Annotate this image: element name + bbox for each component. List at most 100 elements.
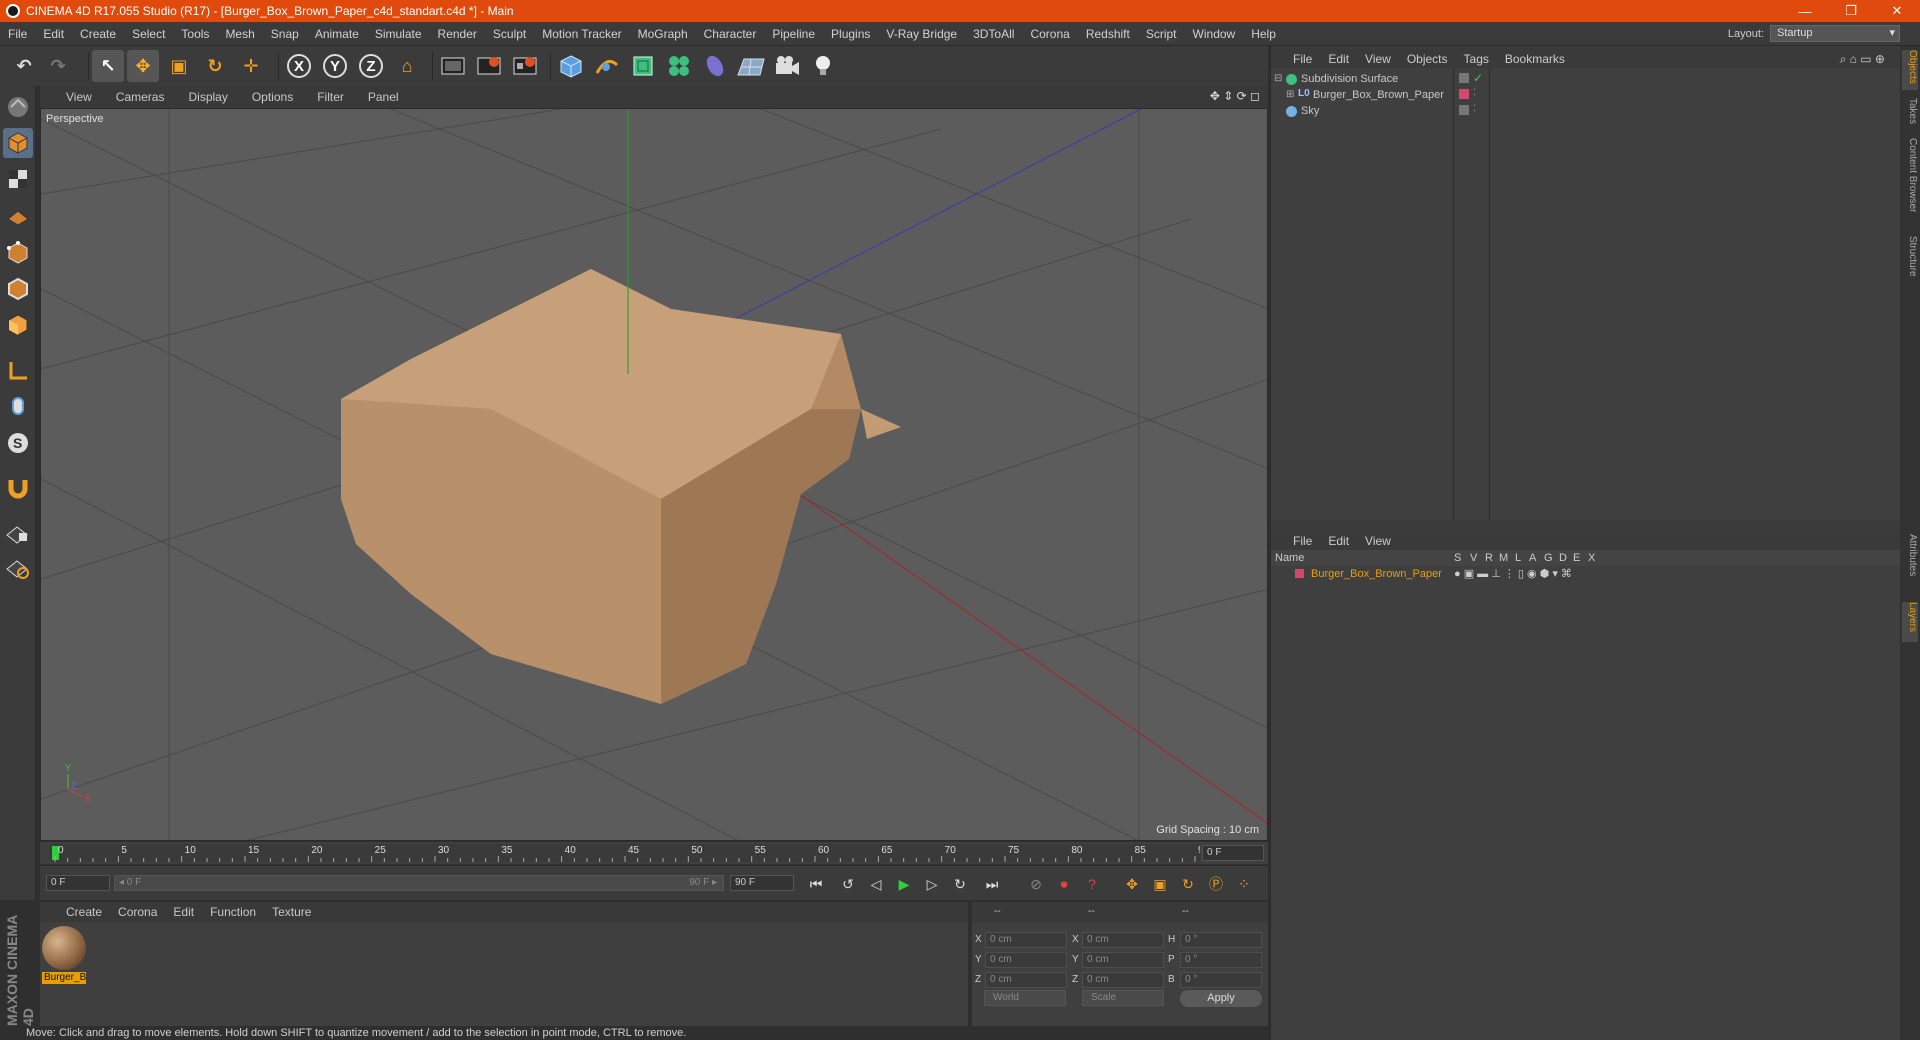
cube-primitive-icon[interactable] <box>555 50 587 82</box>
scale-tool-icon[interactable]: ▣ <box>163 50 195 82</box>
menu-simulate[interactable]: Simulate <box>367 27 430 41</box>
menu-select[interactable]: Select <box>124 27 173 41</box>
snapping-icon[interactable]: S <box>3 428 33 458</box>
material-preview-ball[interactable] <box>42 926 86 970</box>
object-menu-tags[interactable]: Tags <box>1456 52 1497 66</box>
start-frame-field[interactable]: 0 F <box>46 875 110 891</box>
object-menu-objects[interactable]: Objects <box>1399 52 1456 66</box>
next-key-icon[interactable]: ↻ <box>948 873 972 895</box>
current-frame-field[interactable]: 0 F <box>1202 845 1264 861</box>
menu-tools[interactable]: Tools <box>173 27 217 41</box>
deformer-icon[interactable] <box>699 50 731 82</box>
motion-record-icon[interactable]: ⊘ <box>1024 873 1048 895</box>
rotation-h-field[interactable]: 0 ° <box>1180 932 1262 948</box>
size-y-field[interactable]: 0 cm <box>1082 952 1164 968</box>
menu-mograph[interactable]: MoGraph <box>630 27 696 41</box>
layer-menu-file[interactable]: File <box>1285 534 1320 548</box>
object-row-sky[interactable]: Sky ⁚ <box>1271 103 1901 121</box>
object-manager-search-icon[interactable]: ⌕ ⌂ ▭ ⊕ <box>1840 52 1885 67</box>
magnet-icon[interactable] <box>3 472 33 502</box>
recent-tool-icon[interactable]: ✛ <box>235 50 267 82</box>
menu-vray-bridge[interactable]: V-Ray Bridge <box>878 27 965 41</box>
minimize-button[interactable]: — <box>1782 0 1828 22</box>
material-name-label[interactable]: Burger_Box_Brown_Paper <box>42 972 86 984</box>
tab-takes[interactable]: Takes <box>1902 98 1918 128</box>
next-frame-icon[interactable]: ▷ <box>920 873 944 895</box>
layer-tag-icon[interactable] <box>1459 73 1469 83</box>
subdivision-surface-icon[interactable] <box>627 50 659 82</box>
layer-menu-edit[interactable]: Edit <box>1320 534 1357 548</box>
render-view-icon[interactable] <box>437 50 469 82</box>
object-menu-view[interactable]: View <box>1357 52 1399 66</box>
sky-visibility-dots-icon[interactable]: ⁚ <box>1473 103 1476 114</box>
material-menu-corona[interactable]: Corona <box>110 905 165 919</box>
key-parameter-icon[interactable]: Ⓟ <box>1204 873 1228 895</box>
position-y-field[interactable]: 0 cm <box>985 952 1067 968</box>
enabled-check-icon[interactable]: ✓ <box>1473 71 1483 85</box>
tab-content-browser[interactable]: Content Browser <box>1902 138 1918 228</box>
rotate-tool-icon[interactable]: ↻ <box>199 50 231 82</box>
z-axis-lock-icon[interactable]: Z <box>355 50 387 82</box>
visibility-dots-icon[interactable]: ⁚ <box>1473 87 1476 98</box>
menu-mesh[interactable]: Mesh <box>217 27 262 41</box>
redo-icon[interactable]: ↷ <box>42 50 74 82</box>
layer-swatch[interactable] <box>1295 569 1304 578</box>
menu-redshift[interactable]: Redshift <box>1078 27 1138 41</box>
menu-sculpt[interactable]: Sculpt <box>485 27 534 41</box>
viewport-menu-view[interactable]: View <box>40 90 104 104</box>
layer-name[interactable]: Burger_Box_Brown_Paper <box>1311 568 1442 580</box>
previous-frame-icon[interactable]: ◁ <box>864 873 888 895</box>
close-button[interactable]: ✕ <box>1874 0 1920 22</box>
layout-dropdown[interactable]: Startup <box>1770 25 1900 42</box>
y-axis-lock-icon[interactable]: Y <box>319 50 351 82</box>
object-menu-bookmarks[interactable]: Bookmarks <box>1497 52 1573 66</box>
x-axis-lock-icon[interactable]: X <box>283 50 315 82</box>
menu-character[interactable]: Character <box>696 27 765 41</box>
play-icon[interactable]: ▶ <box>892 873 916 895</box>
viewport-menu-filter[interactable]: Filter <box>305 90 356 104</box>
key-scale-icon[interactable]: ▣ <box>1148 873 1172 895</box>
light-icon[interactable] <box>807 50 839 82</box>
layer-menu-view[interactable]: View <box>1357 534 1399 548</box>
polygons-mode-icon[interactable] <box>3 310 33 340</box>
planar-workplane-icon[interactable] <box>3 554 33 584</box>
camera-icon[interactable] <box>771 50 803 82</box>
rotation-b-field[interactable]: 0 ° <box>1180 972 1262 988</box>
menu-corona[interactable]: Corona <box>1022 27 1077 41</box>
undo-icon[interactable]: ↶ <box>8 50 40 82</box>
cloner-icon[interactable] <box>663 50 695 82</box>
menu-pipeline[interactable]: Pipeline <box>764 27 823 41</box>
go-to-start-icon[interactable]: ⏮ <box>804 873 828 895</box>
workplane-mode-icon[interactable] <box>3 200 33 230</box>
key-pla-icon[interactable]: ⁘ <box>1232 873 1256 895</box>
end-frame-field[interactable]: 90 F <box>730 875 794 891</box>
material-menu-function[interactable]: Function <box>202 905 264 919</box>
viewport-navigation-icons[interactable]: ✥ ⇕ ⟳ ◻ <box>1210 89 1260 103</box>
texture-mode-icon[interactable] <box>3 164 33 194</box>
frame-ruler[interactable]: 0 5 10 15 20 25 30 35 40 45 50 55 60 65 70 75 80 85 90 <box>50 842 1200 864</box>
material-menu-create[interactable]: Create <box>40 905 110 919</box>
layer-flags-icons[interactable]: ● ▣ ▬ ⊥ ⋮ ▯ ◉ ⬢ ▾ ⌘ <box>1454 567 1572 580</box>
record-active-objects-icon[interactable]: ⏺ <box>1052 873 1076 895</box>
coordinate-system-icon[interactable]: ⌂ <box>391 50 423 82</box>
live-selection-icon[interactable]: ↖ <box>92 50 124 82</box>
tab-layers[interactable]: Layers <box>1902 602 1918 642</box>
object-menu-file[interactable]: File <box>1285 52 1320 66</box>
menu-motion-tracker[interactable]: Motion Tracker <box>534 27 629 41</box>
preview-range-slider[interactable]: ◂ 0 F 90 F ▸ <box>114 875 724 891</box>
locked-workplane-icon[interactable] <box>3 518 33 548</box>
viewport-menu-options[interactable]: Options <box>240 90 305 104</box>
menu-snap[interactable]: Snap <box>263 27 307 41</box>
position-x-field[interactable]: 0 cm <box>985 932 1067 948</box>
key-rotation-icon[interactable]: ↻ <box>1176 873 1200 895</box>
go-to-end-icon[interactable]: ⏭ <box>980 873 1004 895</box>
make-editable-icon[interactable] <box>3 92 33 122</box>
points-mode-icon[interactable] <box>3 238 33 268</box>
move-tool-icon[interactable]: ✥ <box>127 50 159 82</box>
viewport-menu-display[interactable]: Display <box>176 90 239 104</box>
coordinate-mode-dropdown[interactable]: World <box>984 990 1066 1006</box>
menu-edit[interactable]: Edit <box>35 27 72 41</box>
menu-file[interactable]: File <box>0 27 35 41</box>
menu-script[interactable]: Script <box>1138 27 1185 41</box>
size-x-field[interactable]: 0 cm <box>1082 932 1164 948</box>
